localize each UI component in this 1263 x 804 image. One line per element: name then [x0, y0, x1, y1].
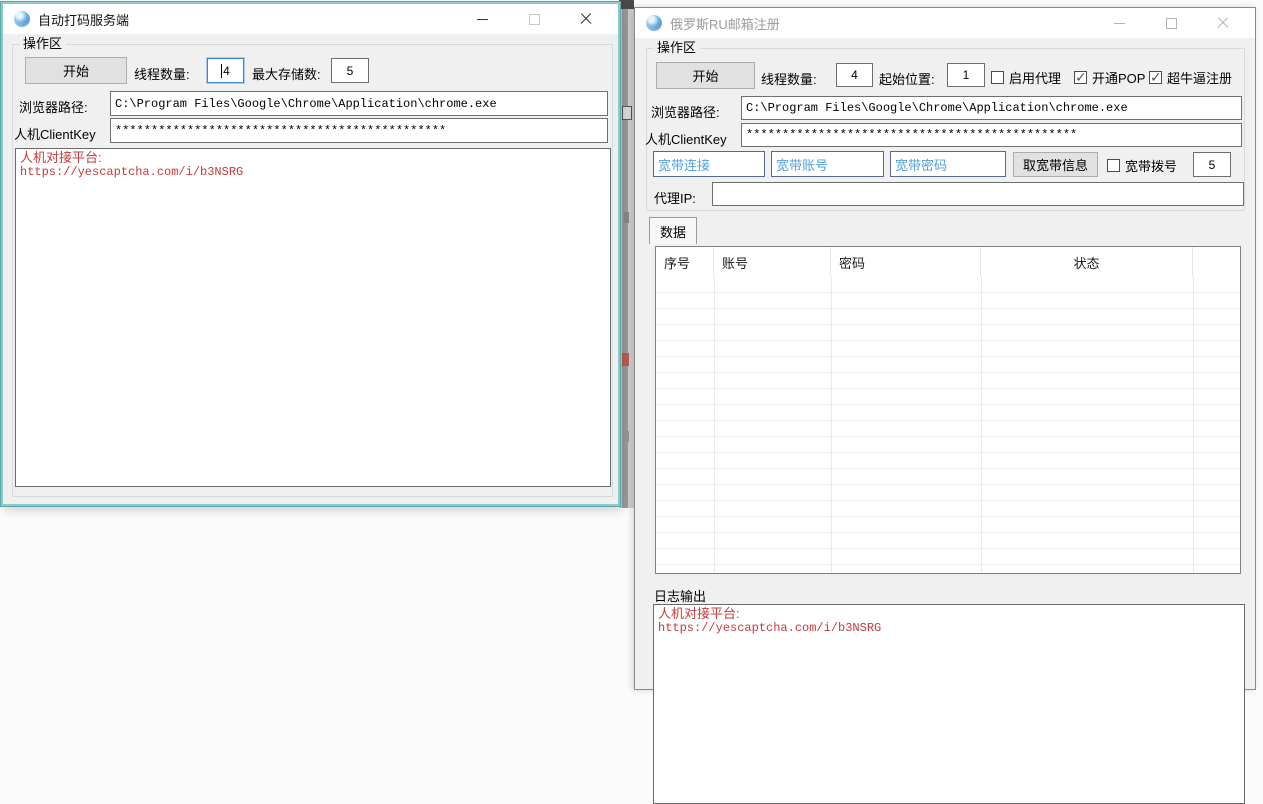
broadband-account-placeholder: 宽带账号	[776, 155, 828, 174]
log-line: 人机对接平台:	[20, 151, 606, 165]
minimize-button[interactable]	[1093, 8, 1145, 38]
table-gridline	[831, 277, 832, 573]
column-header-password[interactable]: 密码	[831, 247, 981, 277]
window-title: 俄罗斯RU邮箱注册	[670, 14, 780, 33]
background-window-fragment	[624, 431, 629, 442]
background-window-fragment	[622, 106, 632, 120]
checkbox-icon	[1149, 71, 1162, 84]
start-button[interactable]: 开始	[25, 57, 127, 84]
browser-path-input[interactable]: C:\Program Files\Google\Chrome\Applicati…	[110, 91, 608, 116]
app-icon	[14, 11, 30, 27]
log-line: https://yescaptcha.com/i/b3NSRG	[20, 165, 606, 179]
minimize-button[interactable]	[456, 4, 508, 34]
thread-count-label: 线程数量:	[761, 69, 817, 88]
table-body	[656, 277, 1240, 573]
client-key-input[interactable]: ****************************************…	[110, 118, 608, 143]
thread-count-value: 4	[223, 64, 230, 78]
checkbox-enable-proxy[interactable]: 启用代理	[991, 68, 1061, 87]
max-storage-label: 最大存储数:	[252, 64, 321, 83]
column-header-extra[interactable]	[1193, 247, 1240, 277]
checkbox-super-register[interactable]: 超牛逼注册	[1149, 68, 1232, 87]
broadband-password-placeholder: 宽带密码	[895, 155, 947, 174]
thread-count-input[interactable]: 4	[207, 58, 244, 83]
table-gridline	[981, 277, 982, 573]
app-icon	[646, 15, 662, 31]
broadband-connection-input[interactable]: 宽带连接	[653, 151, 765, 177]
maximize-icon	[529, 14, 540, 25]
operation-group-label: 操作区	[19, 37, 66, 51]
background-window-strip-cap	[619, 0, 634, 9]
checkbox-open-pop[interactable]: 开通POP	[1074, 68, 1145, 87]
background-window-fragment	[624, 212, 629, 223]
table-header: 序号 账号 密码 状态	[656, 247, 1240, 278]
broadband-password-input[interactable]: 宽带密码	[890, 151, 1006, 177]
checkbox-label: 开通POP	[1092, 68, 1145, 87]
proxy-ip-input[interactable]	[712, 182, 1244, 206]
log-output-box[interactable]: 人机对接平台: https://yescaptcha.com/i/b3NSRG	[653, 604, 1245, 804]
checkbox-icon	[1107, 159, 1120, 172]
minimize-icon	[1114, 23, 1125, 24]
text-caret	[221, 64, 222, 78]
tab-data[interactable]: 数据	[649, 217, 697, 244]
log-line: https://yescaptcha.com/i/b3NSRG	[658, 621, 1240, 635]
checkbox-label: 启用代理	[1009, 68, 1061, 87]
get-broadband-info-button[interactable]: 取宽带信息	[1013, 152, 1098, 177]
start-position-input[interactable]: 1	[947, 63, 985, 87]
window-title: 自动打码服务端	[38, 10, 129, 29]
client-key-label: 人机ClientKey	[645, 129, 727, 148]
maximize-icon	[1166, 18, 1177, 29]
proxy-ip-label: 代理IP:	[654, 188, 696, 207]
checkbox-label: 超牛逼注册	[1167, 68, 1232, 87]
table-gridline	[714, 277, 715, 573]
thread-count-input[interactable]: 4	[836, 63, 873, 87]
close-button[interactable]	[1197, 8, 1249, 38]
close-button[interactable]	[560, 4, 612, 34]
start-position-label: 起始位置:	[879, 69, 935, 88]
maximize-button[interactable]	[508, 4, 560, 34]
broadband-account-input[interactable]: 宽带账号	[771, 151, 884, 177]
checkbox-icon	[991, 71, 1004, 84]
checkbox-icon	[1074, 71, 1087, 84]
log-output-box[interactable]: 人机对接平台: https://yescaptcha.com/i/b3NSRG	[15, 148, 611, 487]
broadband-dial-count-input[interactable]: 5	[1193, 152, 1231, 177]
window-ru-email-register: 俄罗斯RU邮箱注册 操作区 开始 线程数量: 4 起始位置: 1 启用代理 开通…	[634, 7, 1256, 690]
close-icon	[580, 13, 592, 25]
table-gridline	[1193, 277, 1194, 573]
close-icon	[1217, 17, 1229, 29]
log-output-label: 日志输出	[654, 586, 706, 605]
max-storage-input[interactable]: 5	[331, 58, 369, 83]
checkbox-label: 宽带拨号	[1125, 156, 1177, 175]
window-captcha-service: 自动打码服务端 操作区 开始 线程数量: 4 最大存储数: 5 浏览器路径: C…	[1, 2, 620, 506]
background-window-fragment	[622, 353, 629, 366]
start-button[interactable]: 开始	[656, 62, 755, 89]
maximize-button[interactable]	[1145, 8, 1197, 38]
log-line: 人机对接平台:	[658, 607, 1240, 621]
column-header-status[interactable]: 状态	[981, 247, 1193, 277]
checkbox-broadband-dial[interactable]: 宽带拨号	[1107, 156, 1177, 175]
data-table[interactable]: 序号 账号 密码 状态	[655, 246, 1241, 574]
thread-count-label: 线程数量:	[134, 64, 190, 83]
browser-path-input[interactable]: C:\Program Files\Google\Chrome\Applicati…	[741, 96, 1242, 120]
browser-path-label: 浏览器路径:	[651, 102, 720, 121]
client-key-input[interactable]: ****************************************…	[741, 123, 1242, 147]
minimize-icon	[477, 19, 488, 20]
broadband-connection-placeholder: 宽带连接	[658, 155, 710, 174]
column-header-index[interactable]: 序号	[656, 247, 714, 277]
operation-group-label: 操作区	[653, 41, 700, 55]
client-key-label: 人机ClientKey	[14, 124, 96, 143]
browser-path-label: 浏览器路径:	[19, 97, 88, 116]
column-header-account[interactable]: 账号	[714, 247, 831, 277]
